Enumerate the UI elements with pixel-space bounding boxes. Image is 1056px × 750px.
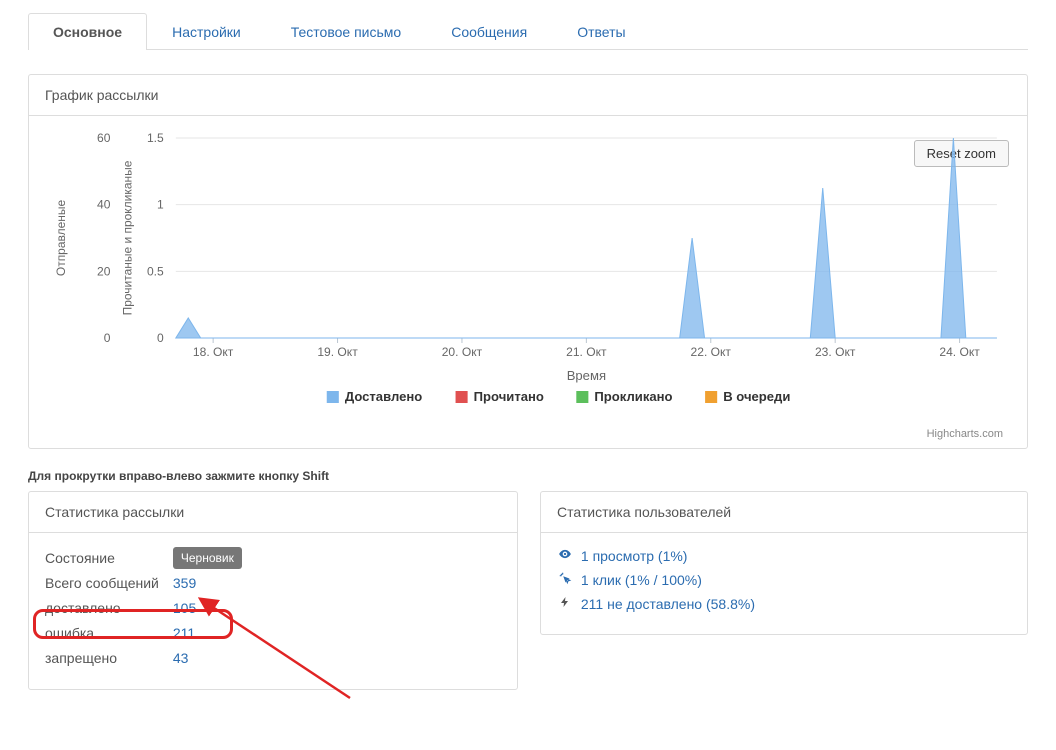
row-total: Всего сообщений 359 [45,571,256,596]
svg-text:24. Окт: 24. Окт [939,345,980,359]
tab-messages[interactable]: Сообщения [426,13,552,50]
tab-test[interactable]: Тестовое письмо [266,13,426,50]
tab-main[interactable]: Основное [28,13,147,50]
scroll-hint: Для прокрутки вправо-влево зажмите кнопк… [28,469,1028,483]
svg-text:40: 40 [97,198,111,212]
svg-text:В очереди: В очереди [723,389,790,404]
svg-text:Прочитано: Прочитано [474,389,544,404]
stats-panel-title: Статистика рассылки [29,492,517,533]
svg-text:0: 0 [104,331,111,345]
tab-settings[interactable]: Настройки [147,13,266,50]
error-label: ошибка [45,621,173,646]
row-undelivered: 211 не доставлено (58.8%) [557,593,1011,617]
svg-text:23. Окт: 23. Окт [815,345,856,359]
chart-panel-title: График рассылки [29,75,1027,116]
svg-text:Доставлено: Доставлено [345,389,422,404]
state-label: Состояние [45,545,173,571]
chart-panel: График рассылки Reset zoom 18. Окт19. Ок… [28,74,1028,449]
svg-text:Прокликано: Прокликано [594,389,672,404]
row-forbidden: запрещено 43 [45,646,256,671]
svg-text:20. Окт: 20. Окт [442,345,483,359]
row-delivered: доставлено 105 [45,596,256,621]
stats-panel: Статистика рассылки Состояние Черновик В… [28,491,518,690]
clicks-text[interactable]: 1 клик (1% / 100%) [581,572,702,588]
bolt-icon [557,593,573,617]
svg-text:21. Окт: 21. Окт [566,345,607,359]
users-panel-title: Статистика пользователей [541,492,1027,533]
svg-text:1: 1 [157,198,164,212]
svg-text:Отправленые: Отправленые [54,200,68,277]
delivered-label: доставлено [45,596,173,621]
delivered-value[interactable]: 105 [173,600,196,616]
svg-text:1.5: 1.5 [147,131,164,145]
forbidden-value[interactable]: 43 [173,650,189,666]
total-value[interactable]: 359 [173,575,196,591]
forbidden-label: запрещено [45,646,173,671]
svg-text:Время: Время [567,368,606,383]
svg-text:60: 60 [97,131,111,145]
state-badge: Черновик [173,547,242,569]
tab-responses[interactable]: Ответы [552,13,650,50]
svg-text:22. Окт: 22. Окт [691,345,732,359]
svg-text:0: 0 [157,331,164,345]
error-value[interactable]: 211 [173,625,195,641]
row-error: ошибка 211 [45,621,256,646]
eye-icon [557,545,573,569]
row-state: Состояние Черновик [45,545,256,571]
chart-area[interactable]: 18. Окт 19. Окт 20. Окт 21. Окт 22. Окт 23. О… [45,128,1011,428]
undelivered-text[interactable]: 211 не доставлено (58.8%) [581,596,755,612]
chart-svg: 18. Окт 19. Окт 20. Окт 21. Окт 22. Окт 23. О… [45,128,1011,428]
tabs: Основное Настройки Тестовое письмо Сообщ… [28,12,1028,50]
views-text[interactable]: 1 просмотр (1%) [581,548,688,564]
chart-attribution: Highcharts.com [45,428,1011,444]
cursor-click-icon [557,569,573,593]
svg-text:18. Окт: 18. Окт [193,345,234,359]
row-clicks: 1 клик (1% / 100%) [557,569,1011,593]
total-label: Всего сообщений [45,571,173,596]
svg-text:Прочитаные и прокликаные: Прочитаные и прокликаные [121,160,135,315]
stats-table: Состояние Черновик Всего сообщений 359 д… [45,545,256,671]
users-panel: Статистика пользователей 1 просмотр (1%)… [540,491,1028,635]
svg-text:0.5: 0.5 [147,264,164,278]
svg-text:19. Окт: 19. Окт [317,345,358,359]
svg-text:20: 20 [97,264,111,278]
row-views: 1 просмотр (1%) [557,545,1011,569]
